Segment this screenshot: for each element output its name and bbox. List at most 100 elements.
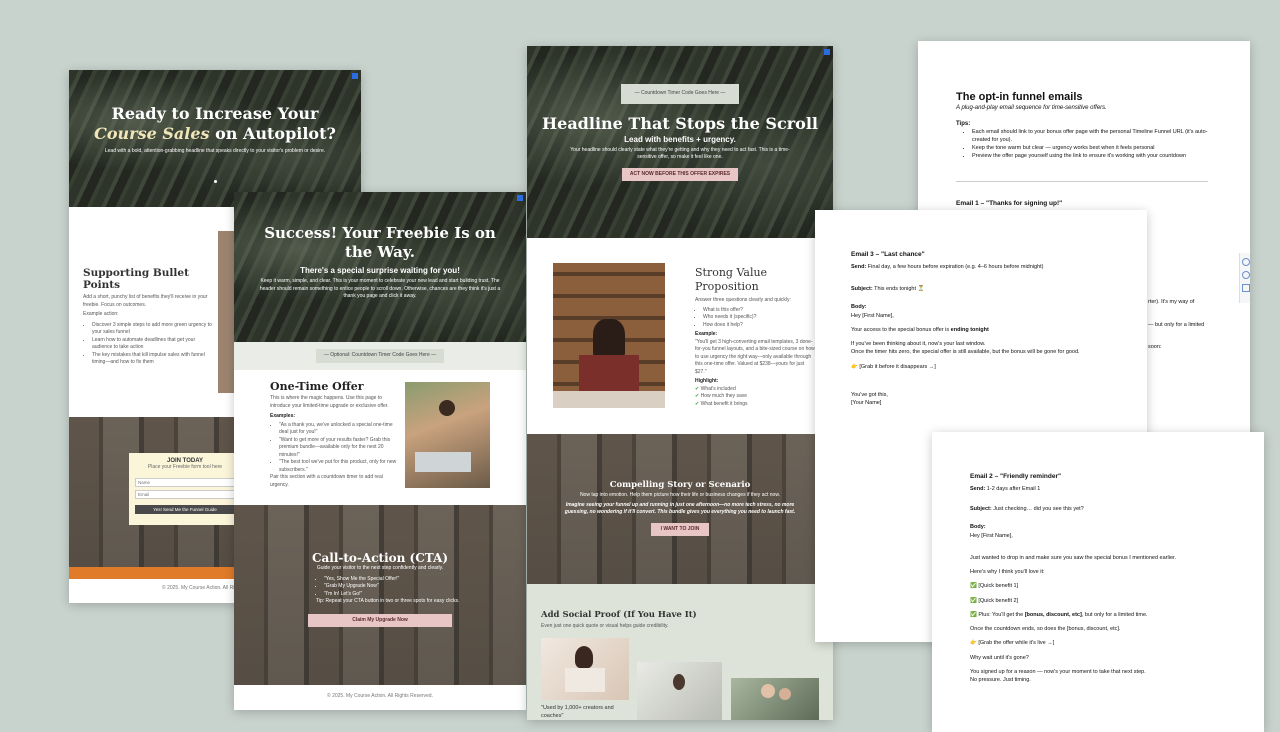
body-line: Once the countdown ends, so does the [bo… — [970, 626, 1121, 632]
countdown-placeholder: — Optional: Countdown Timer Code Goes He… — [315, 349, 445, 363]
list-item: "The best tool we've put for this produc… — [279, 459, 400, 474]
email1-heading: Email 1 – "Thanks for signing up!" — [956, 199, 1063, 207]
subject-line: Subject: Just checking… did you see this… — [970, 506, 1084, 512]
cta-section: Call-to-Action (CTA) Guide your visitor … — [234, 505, 526, 685]
list-item: "Yes, Show Me the Special Offer!" — [324, 576, 526, 584]
divider — [956, 180, 1208, 182]
hero-body: Your headline should clearly state what … — [570, 146, 790, 161]
laptop-icon — [415, 452, 471, 472]
example-label: Example: — [695, 331, 718, 337]
cta-note: Tip: Repeat your CTA button in two or th… — [316, 598, 460, 604]
testimonial-photo — [731, 678, 819, 720]
offer-note: Pair this section with a countdown timer… — [270, 474, 383, 488]
greeting: Hey [First Name], — [851, 312, 894, 319]
list-item: The key mistakes that kill impulse sales… — [92, 352, 213, 367]
list-item: "I'm In! Let's Go!" — [324, 591, 526, 599]
benefit-item: ✅ [Quick benefit 1] — [970, 583, 1019, 590]
email-field[interactable] — [135, 489, 235, 499]
person-head-icon — [761, 684, 775, 698]
thankyou-hero: Success! Your Freebie Is on the Way. The… — [234, 192, 526, 342]
emoji-icon[interactable] — [1242, 271, 1250, 279]
highlight-item: ✔ What benefit it brings — [695, 400, 748, 407]
text-fragment: soon: — [1148, 344, 1162, 350]
footer-text: © 2025. My Course Action. All Rights Res… — [327, 693, 433, 699]
email-heading: Email 2 – "Friendly reminder" — [970, 473, 1062, 480]
offer-link[interactable]: 👉 [Grab it before it disappears →] — [851, 363, 1121, 371]
bullet-list: Discover 3 simple steps to add more gree… — [83, 322, 213, 367]
value-section: Strong Value Proposition Answer three qu… — [527, 238, 833, 434]
text-fragment: rter). It's my way of — [1148, 299, 1195, 305]
signoff: You've got this, — [851, 391, 888, 398]
hero-subtitle: Lead with benefits + urgency. — [624, 134, 736, 144]
suggest-icon[interactable] — [1242, 284, 1250, 292]
hero-subtitle: Lead with a bold, attention-grabbing hea… — [104, 148, 326, 154]
cta-title: Call-to-Action (CTA) — [311, 551, 449, 565]
thankyou-page-preview: Success! Your Freebie Is on the Way. The… — [234, 192, 526, 710]
body-line: Why wait until it's gone? — [970, 654, 1029, 661]
send-line: Send: Final day, a few hours before expi… — [851, 263, 1044, 270]
email-heading: Email 3 – "Last chance" — [851, 251, 925, 258]
social-intro: Even just one quick quote or visual help… — [541, 623, 669, 629]
story-title: Compelling Story or Scenario — [609, 480, 751, 490]
list-item: Discover 3 simple steps to add more gree… — [92, 322, 213, 337]
body-line: If you've been thinking about it, now's … — [851, 341, 986, 347]
social-title: Add Social Proof (If You Have It) — [541, 610, 697, 620]
name-field[interactable] — [135, 477, 235, 487]
signature: [Your Name] — [851, 400, 882, 406]
person-body — [579, 355, 639, 395]
tips-list: Each email should link to your bonus off… — [956, 129, 1212, 161]
scroll-dot-icon — [214, 180, 217, 183]
value-title: Strong Value Proposition — [695, 266, 768, 293]
body-line: Just wanted to drop in and make sure you… — [970, 554, 1177, 561]
bullets-title: Supporting Bullet Points — [83, 267, 189, 291]
list-item: Preview the offer page yourself using th… — [972, 153, 1212, 161]
optin-hero: Ready to Increase Your Course Sales on A… — [69, 70, 361, 207]
hero-title: Success! Your Freebie Is on the Way. — [264, 224, 496, 261]
list-item: "Grab My Upgrade Now" — [324, 583, 526, 591]
text-fragment: — but only for a limited — [1148, 322, 1205, 328]
examples-label: Examples: — [270, 413, 296, 419]
body-line: You signed up for a reason — now's your … — [970, 668, 1146, 675]
claim-upgrade-button[interactable]: Claim My Upgrade Now — [308, 613, 452, 627]
cta-intro: Guide your visitor to the next step conf… — [316, 565, 444, 571]
list-item: "Want to get more of your results faster… — [279, 437, 400, 460]
social-quote: "Used by 1,000+ creators and coaches" — [541, 705, 614, 720]
hero-title: Headline That Stops the Scroll — [542, 113, 818, 133]
value-questions: What is this offer? Who needs it (specif… — [695, 307, 815, 330]
benefit-item: ✅ [Quick benefit 2] — [970, 597, 1019, 604]
offer-section: One-Time Offer This is where the magic h… — [234, 370, 526, 505]
optin-button[interactable]: Yes! Send Me the Funnel Guide — [135, 504, 235, 514]
hero-body: Keep it warm, simple, and clear. This is… — [259, 278, 501, 299]
doc-subtitle: A plug-and-play email sequence for time-… — [956, 105, 1107, 111]
person-head-icon — [593, 319, 625, 357]
join-button[interactable]: I WANT TO JOIN — [650, 522, 710, 536]
offer-intro: This is where the magic happens. Use thi… — [270, 395, 389, 409]
optin-card: JOIN TODAY Place your Freebie form tool … — [129, 453, 241, 525]
example-label: Example action: — [83, 311, 119, 317]
bullets-intro: Add a short, punchy list of benefits the… — [83, 294, 208, 308]
comment-icon[interactable] — [1242, 258, 1250, 266]
value-intro: Answer three questions clearly and quick… — [695, 297, 791, 303]
email-doc-friendly-reminder: Email 2 – "Friendly reminder" Send: 1-2 … — [932, 432, 1264, 732]
story-body: Now tap into emotion. Help them picture … — [579, 492, 781, 498]
examples-list: "As a thank you, we've unlocked a specia… — [270, 422, 400, 475]
list-item: How does it help? — [703, 322, 815, 330]
body-line: No pressure. Just timing. — [970, 677, 1031, 683]
list-item: Who needs it (specific)? — [703, 314, 815, 322]
act-now-button[interactable]: ACT NOW BEFORE THIS OFFER EXPIRES — [621, 167, 739, 181]
cta-examples: "Yes, Show Me the Special Offer!" "Grab … — [316, 576, 526, 599]
send-line: Send: 1-2 days after Email 1 — [970, 485, 1041, 492]
highlight-label: Highlight: — [695, 378, 719, 384]
countdown-strip: — Optional: Countdown Timer Code Goes He… — [234, 342, 526, 370]
offer-link[interactable]: 👉 [Grab the offer while it's live →] — [970, 639, 1240, 647]
subject-line: Subject: This ends tonight ⏳ — [851, 286, 925, 292]
list-item: Learn how to automate deadlines that get… — [92, 337, 213, 352]
list-item: Keep the tone warm but clear — urgency w… — [972, 145, 1212, 153]
team-photo — [405, 382, 490, 488]
offer-page-preview: — Countdown Timer Code Goes Here — Headl… — [527, 46, 833, 720]
countdown-placeholder: — Countdown Timer Code Goes Here — — [620, 84, 740, 104]
testimonial-photo — [637, 662, 722, 720]
story-quote: Imagine seeing your funnel up and runnin… — [564, 501, 796, 516]
list-item: "As a thank you, we've unlocked a specia… — [279, 422, 400, 437]
testimonial-photo — [541, 638, 629, 700]
